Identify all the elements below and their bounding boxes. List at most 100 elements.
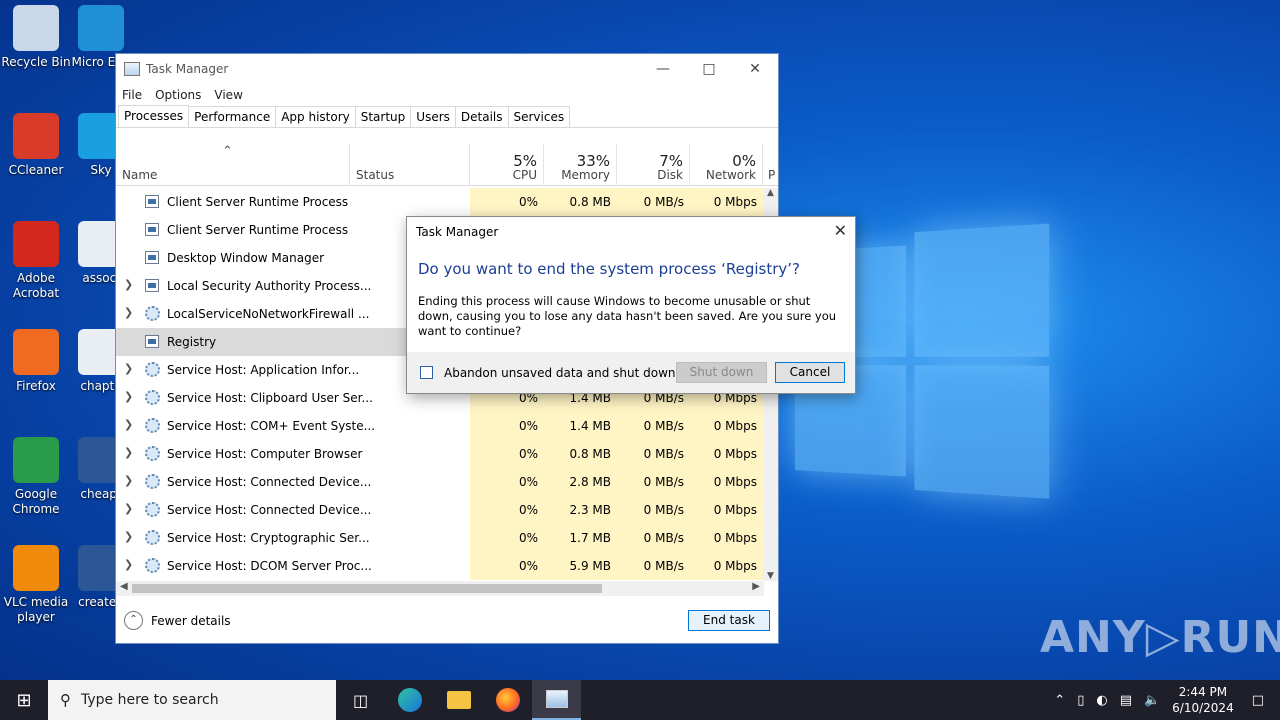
horizontal-scroll-thumb[interactable] [132, 584, 602, 593]
search-box[interactable]: ⚲ Type here to search [48, 680, 336, 720]
column-network[interactable]: 0% Network [690, 144, 763, 186]
taskbar-firefox[interactable] [483, 680, 532, 720]
chevron-right-icon[interactable]: ❯ [124, 306, 133, 319]
process-name: Client Server Runtime Process [167, 223, 349, 237]
network-value: 0 Mbps [690, 468, 763, 496]
task-view-button[interactable]: ◫ [336, 680, 385, 720]
chevron-up-icon: ⌃ [124, 611, 143, 630]
start-button[interactable]: ⊞ [0, 680, 48, 720]
horizontal-scrollbar[interactable]: ◀ ▶ [116, 581, 764, 596]
table-row[interactable]: Client Server Runtime Process 0% 0.8 MB 0 M… [116, 188, 764, 216]
end-process-dialog[interactable]: Task Manager ✕ Do you want to end the sy… [406, 216, 856, 394]
service-gear-icon [145, 362, 160, 377]
column-status[interactable]: Status [350, 144, 470, 186]
desktop-icon-vlc-media-player[interactable]: VLC media player [0, 545, 72, 625]
taskbar-task-manager[interactable] [532, 680, 581, 720]
firefox-icon [13, 329, 59, 375]
vlc-media-player-icon [13, 545, 59, 591]
chevron-right-icon[interactable]: ❯ [124, 418, 133, 431]
desktop-icon-adobe-acrobat[interactable]: Adobe Acrobat [0, 221, 72, 301]
title-bar[interactable]: Task Manager — □ ✕ [116, 54, 778, 84]
clock-date: 6/10/2024 [1172, 701, 1234, 715]
abandon-data-label[interactable]: Abandon unsaved data and shut down. [444, 366, 679, 380]
menu-view[interactable]: View [214, 88, 242, 102]
column-memory[interactable]: 33% Memory [544, 144, 617, 186]
table-row[interactable]: ❯ Service Host: Connected Device... 0% 2.8 … [116, 468, 764, 496]
chevron-right-icon[interactable]: ❯ [124, 390, 133, 403]
shut-down-button[interactable]: Shut down [676, 362, 767, 383]
service-gear-icon [145, 306, 160, 321]
menu-options[interactable]: Options [155, 88, 201, 102]
table-row[interactable]: ❯ Service Host: Cryptographic Ser... 0% 1.7… [116, 524, 764, 552]
memory-value: 1.4 MB [544, 412, 617, 440]
scroll-left-icon[interactable]: ◀ [120, 581, 128, 592]
edge-icon [397, 688, 422, 712]
network-value: 0 Mbps [690, 496, 763, 524]
table-row[interactable]: ❯ Service Host: COM+ Event Syste... 0% 1.4 … [116, 412, 764, 440]
network-icon[interactable]: ▤ [1120, 693, 1132, 708]
tab-details[interactable]: Details [454, 106, 509, 127]
end-task-button[interactable]: End task [688, 610, 770, 631]
folder-icon [446, 691, 471, 709]
desktop-icon-google-chrome[interactable]: Google Chrome [0, 437, 72, 517]
disk-value: 0 MB/s [617, 412, 690, 440]
windows-start-icon: ⊞ [16, 689, 32, 711]
cancel-button[interactable]: Cancel [775, 362, 845, 383]
fewer-details-button[interactable]: ⌃ Fewer details [124, 611, 231, 630]
tab-users[interactable]: Users [410, 106, 456, 127]
desktop-icon-recycle-bin[interactable]: Recycle Bin [0, 5, 72, 70]
ccleaner-icon [13, 113, 59, 159]
chevron-right-icon[interactable]: ❯ [124, 558, 133, 571]
chevron-right-icon[interactable]: ❯ [124, 362, 133, 375]
chevron-right-icon[interactable]: ❯ [124, 446, 133, 459]
tab-performance[interactable]: Performance [188, 106, 277, 127]
memory-value: 0.8 MB [544, 440, 617, 468]
process-window-icon [145, 223, 159, 236]
column-headers: ⌃ Name Status 5% CPU 33% Memory 7% Disk … [116, 144, 778, 186]
tablet-icon[interactable]: ▯ [1077, 693, 1084, 708]
table-row[interactable]: ❯ Service Host: Connected Device... 0% 2.3 … [116, 496, 764, 524]
chevron-right-icon[interactable]: ❯ [124, 530, 133, 543]
table-row[interactable]: ❯ Service Host: DCOM Server Proc... 0% 5.9 … [116, 552, 764, 580]
disk-value: 0 MB/s [617, 552, 690, 580]
chevron-up-icon[interactable]: ⌃ [1054, 693, 1065, 708]
fewer-details-label: Fewer details [151, 613, 231, 628]
volume-icon[interactable]: 🔈 [1144, 693, 1160, 708]
notification-icon[interactable]: □ [1252, 693, 1264, 708]
abandon-data-checkbox[interactable] [420, 366, 433, 379]
clock[interactable]: 2:44 PM 6/10/2024 [1172, 684, 1234, 716]
menu-file[interactable]: File [122, 88, 142, 102]
minimize-icon[interactable]: — [640, 54, 686, 84]
table-row[interactable]: ❯ Service Host: Computer Browser 0% 0.8 MB 0… [116, 440, 764, 468]
meet-now-icon[interactable]: ◐ [1096, 693, 1107, 708]
chevron-right-icon[interactable]: ❯ [124, 474, 133, 487]
close-icon[interactable]: ✕ [732, 54, 778, 84]
dialog-close-icon[interactable]: ✕ [834, 221, 847, 240]
column-cpu[interactable]: 5% CPU [470, 144, 544, 186]
taskbar-file-explorer[interactable] [434, 680, 483, 720]
micro-edg-icon [78, 5, 124, 51]
column-disk[interactable]: 7% Disk [617, 144, 690, 186]
taskbar-edge[interactable] [385, 680, 434, 720]
window-title: Task Manager [146, 62, 229, 76]
desktop-icon-ccleaner[interactable]: CCleaner [0, 113, 72, 178]
task-view-icon: ◫ [352, 690, 369, 710]
column-power[interactable]: P [763, 144, 778, 186]
desktop-icon-label: Firefox [16, 379, 56, 393]
tab-processes[interactable]: Processes [118, 105, 190, 127]
scroll-down-icon[interactable]: ▼ [763, 571, 778, 581]
scroll-right-icon[interactable]: ▶ [752, 581, 760, 592]
tab-startup[interactable]: Startup [354, 106, 412, 127]
scroll-up-icon[interactable]: ▲ [763, 188, 778, 198]
service-gear-icon [145, 418, 160, 433]
cpu-value: 0% [470, 188, 544, 216]
desktop-icon-firefox[interactable]: Firefox [0, 329, 72, 394]
column-name[interactable]: ⌃ Name [116, 144, 350, 186]
tab-services[interactable]: Services [507, 106, 571, 127]
chevron-right-icon[interactable]: ❯ [124, 502, 133, 515]
process-name: Service Host: Cryptographic Ser... [167, 531, 370, 545]
tab-app-history[interactable]: App history [275, 106, 356, 127]
chevron-right-icon[interactable]: ❯ [124, 278, 133, 291]
maximize-icon[interactable]: □ [686, 54, 732, 84]
disk-value: 0 MB/s [617, 468, 690, 496]
